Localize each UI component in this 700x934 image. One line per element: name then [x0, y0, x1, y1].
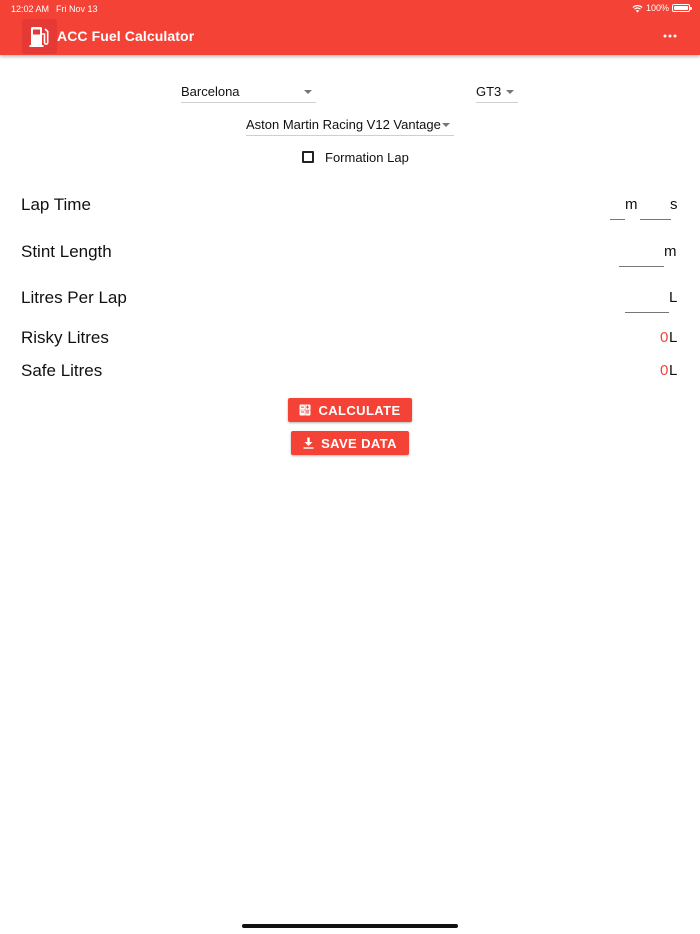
download-icon — [303, 437, 314, 449]
car-value: Aston Martin Racing V12 Vantage — [246, 117, 441, 132]
calculate-label: CALCULATE — [318, 402, 401, 418]
battery-icon — [672, 4, 692, 12]
stint-length-input[interactable] — [619, 266, 664, 267]
status-right: 100% — [632, 3, 692, 13]
stint-length-label: Stint Length — [21, 242, 112, 261]
car-dropdown[interactable]: Aston Martin Racing V12 Vantage — [246, 114, 454, 136]
wifi-icon — [632, 4, 643, 12]
calculate-button[interactable]: CALCULATE — [288, 398, 412, 422]
lap-time-label: Lap Time — [21, 195, 91, 214]
class-dropdown[interactable]: GT3 — [476, 81, 518, 103]
safe-litres-unit: L — [669, 362, 678, 379]
formation-lap-checkbox[interactable] — [302, 151, 314, 163]
safe-litres-value: 0 — [660, 362, 669, 379]
chevron-down-icon — [506, 90, 514, 94]
status-time: 12:02 AM — [11, 4, 50, 14]
class-value: GT3 — [476, 84, 502, 99]
track-value: Barcelona — [181, 84, 240, 99]
battery-percent: 100% — [645, 3, 669, 13]
seconds-unit: s — [670, 196, 678, 213]
status-date: Fri Nov 13 — [56, 4, 98, 14]
litres-per-lap-label: Litres Per Lap — [21, 288, 127, 307]
lap-time-seconds-input[interactable] — [640, 219, 671, 220]
save-data-button[interactable]: SAVE DATA — [291, 431, 409, 455]
status-bar: 12:02 AM Fri Nov 13 100% — [0, 0, 700, 18]
formation-lap-label: Formation Lap — [325, 150, 409, 165]
minutes-unit: m — [625, 196, 638, 213]
home-indicator[interactable] — [242, 924, 458, 928]
track-dropdown[interactable]: Barcelona — [181, 81, 316, 103]
fuel-pump-icon — [22, 19, 57, 54]
safe-litres-label: Safe Litres — [21, 361, 103, 380]
risky-litres-label: Risky Litres — [21, 328, 109, 347]
stint-length-unit: m — [664, 243, 677, 260]
more-horizontal-icon[interactable] — [662, 28, 678, 44]
save-data-label: SAVE DATA — [321, 435, 397, 451]
calculator-icon — [299, 404, 311, 416]
app-bar: ACC Fuel Calculator — [0, 18, 700, 55]
risky-litres-value: 0 — [660, 329, 669, 346]
app-title: ACC Fuel Calculator — [57, 28, 195, 44]
risky-litres-unit: L — [669, 329, 678, 346]
lap-time-minutes-input[interactable] — [610, 219, 625, 220]
chevron-down-icon — [442, 123, 450, 127]
litres-per-lap-input[interactable] — [625, 312, 669, 313]
chevron-down-icon — [304, 90, 312, 94]
litres-per-lap-unit: L — [669, 289, 678, 306]
